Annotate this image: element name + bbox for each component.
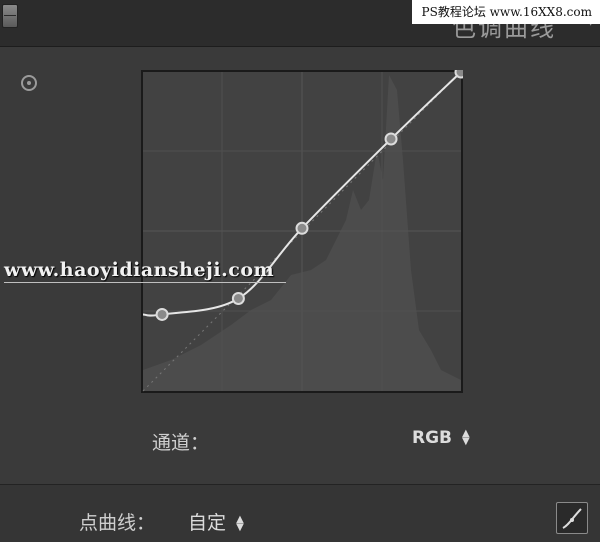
tone-curve-svg[interactable] — [141, 70, 463, 393]
edit-point-curve-button[interactable] — [556, 502, 588, 534]
point-curve-icon — [562, 508, 582, 529]
point-curve-label: 点曲线： — [79, 512, 156, 534]
curve-control-point[interactable] — [454, 70, 464, 79]
curve-control-point[interactable] — [155, 307, 169, 321]
point-curve-select[interactable]: 自定 ▲ ▼ — [188, 508, 244, 535]
tone-curve-graph[interactable] — [141, 70, 463, 393]
panel-header: 色调曲线 ▼ PS教程论坛 www.16XX8.com — [0, 0, 600, 47]
point-curve-value: 自定 — [188, 512, 227, 534]
text-watermark: www.haoyidiansheji.com — [4, 259, 275, 281]
channel-select[interactable]: RGB ▲ ▼ — [412, 428, 470, 448]
curve-control-point[interactable] — [295, 221, 309, 235]
watermark-underline — [4, 282, 286, 283]
channel-value: RGB — [412, 428, 453, 448]
site-watermark: PS教程论坛 www.16XX8.com — [411, 0, 600, 24]
curve-control-point[interactable] — [384, 132, 398, 146]
panel-toggle-button[interactable] — [2, 4, 18, 28]
updown-arrows-icon: ▲ ▼ — [236, 513, 244, 533]
target-adjustment-icon[interactable] — [21, 75, 37, 91]
updown-arrows-icon: ▲ ▼ — [461, 428, 470, 447]
curve-control-point[interactable] — [231, 291, 245, 305]
channel-label: 通道： — [152, 432, 210, 454]
